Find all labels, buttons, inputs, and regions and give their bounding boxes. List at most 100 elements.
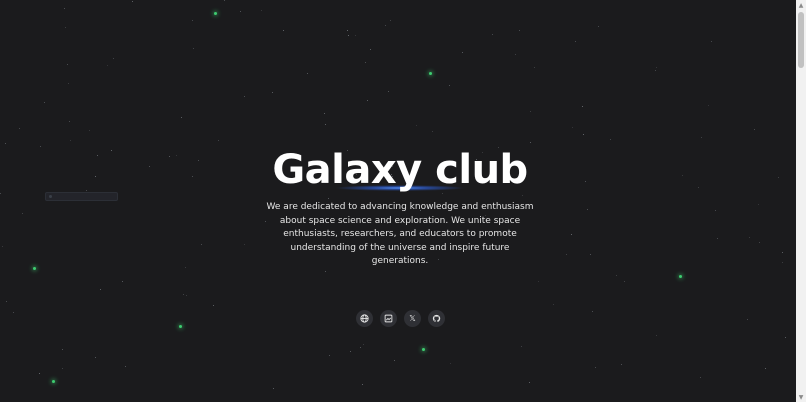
star — [747, 319, 748, 320]
star — [360, 347, 361, 348]
star — [69, 121, 70, 122]
star — [325, 271, 326, 272]
faded-chip — [45, 192, 118, 201]
star — [218, 140, 219, 141]
star — [39, 373, 40, 374]
star — [244, 244, 245, 245]
star — [682, 175, 683, 176]
star — [416, 125, 417, 126]
scroll-up-arrow-icon[interactable]: ▲ — [796, 0, 806, 10]
star — [350, 351, 351, 352]
star — [0, 193, 1, 194]
social-x-button[interactable]: 𝕏 — [404, 310, 421, 327]
star — [759, 242, 760, 243]
star — [782, 252, 783, 253]
star — [363, 344, 364, 345]
star — [519, 30, 520, 31]
star — [538, 281, 539, 282]
star — [111, 150, 112, 151]
globe-icon — [360, 314, 369, 323]
star — [62, 368, 63, 369]
star — [68, 83, 69, 84]
star — [362, 384, 363, 385]
star — [754, 129, 755, 130]
star — [778, 177, 779, 178]
star — [711, 41, 712, 42]
star — [5, 143, 6, 144]
star — [62, 349, 63, 350]
star — [521, 346, 522, 347]
star — [530, 111, 531, 112]
star — [566, 254, 567, 255]
star — [95, 357, 96, 358]
star — [450, 363, 451, 364]
star — [40, 146, 41, 147]
star — [394, 360, 395, 361]
star — [183, 294, 184, 295]
star — [700, 377, 701, 378]
star — [583, 134, 584, 135]
star — [100, 289, 101, 290]
star — [698, 187, 699, 188]
star — [181, 117, 182, 118]
star — [432, 131, 433, 132]
star — [708, 105, 709, 106]
glowing-star — [33, 267, 36, 270]
star — [65, 27, 66, 28]
star — [324, 113, 325, 114]
star — [176, 155, 177, 156]
social-image-button[interactable] — [380, 310, 397, 327]
star — [169, 156, 170, 157]
social-github-button[interactable] — [428, 310, 445, 327]
star — [240, 11, 241, 12]
star — [122, 281, 123, 282]
star — [19, 128, 20, 129]
hero-description: We are dedicated to advancing knowledge … — [266, 202, 534, 266]
star — [515, 54, 516, 55]
hero-section: Galaxy club We are dedicated to advancin… — [250, 142, 550, 269]
star — [348, 35, 349, 36]
star — [449, 85, 450, 86]
page: Galaxy club We are dedicated to advancin… — [0, 0, 806, 402]
star — [89, 130, 90, 131]
star — [715, 210, 716, 211]
star — [571, 234, 572, 235]
scroll-down-arrow-icon[interactable]: ▼ — [796, 392, 806, 402]
star — [186, 295, 187, 296]
star — [553, 304, 554, 305]
star — [355, 35, 356, 36]
star — [587, 209, 588, 210]
star — [585, 181, 586, 182]
glowing-star — [422, 348, 425, 351]
glowing-star — [179, 325, 182, 328]
star — [462, 52, 463, 53]
star — [6, 301, 7, 302]
glowing-star — [214, 12, 217, 15]
star — [22, 213, 23, 214]
vertical-scrollbar[interactable]: ▲ ▼ — [796, 0, 806, 402]
star — [272, 92, 273, 93]
star — [64, 8, 65, 9]
star — [261, 10, 262, 11]
star — [701, 137, 702, 138]
star — [656, 335, 657, 336]
glowing-star — [52, 380, 55, 383]
scroll-thumb[interactable] — [798, 12, 804, 68]
star — [192, 176, 193, 177]
star — [575, 41, 576, 42]
star — [13, 312, 14, 313]
github-icon — [432, 314, 441, 322]
star — [385, 25, 386, 26]
star — [95, 176, 96, 177]
star — [529, 382, 530, 383]
star — [107, 65, 108, 66]
star — [113, 58, 114, 59]
star — [86, 190, 87, 191]
social-links: 𝕏 — [356, 310, 445, 327]
star — [97, 155, 98, 156]
social-globe-button[interactable] — [356, 310, 373, 327]
star — [329, 355, 330, 356]
star — [365, 62, 366, 63]
star — [283, 30, 284, 31]
star — [785, 337, 786, 338]
